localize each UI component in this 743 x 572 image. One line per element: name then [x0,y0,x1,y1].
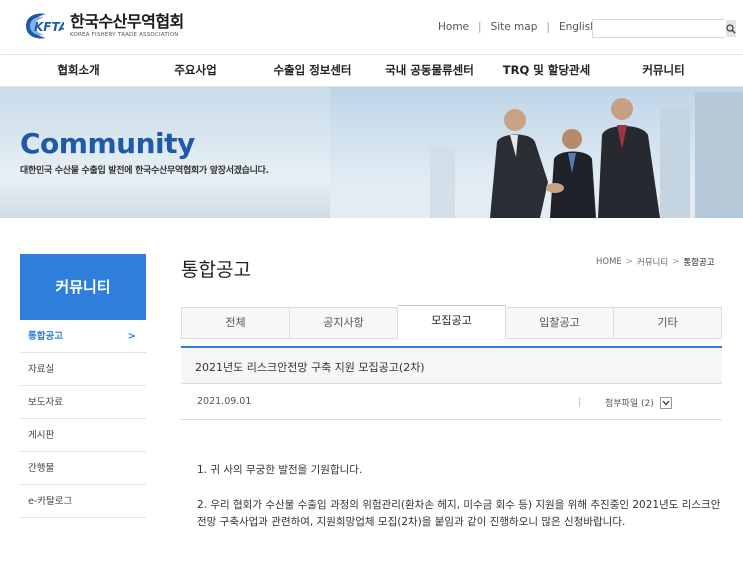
divider: | [546,21,550,33]
nav-business[interactable]: 주요사업 [137,55,254,86]
main-navigation: 협회소개 주요사업 수출입 정보센터 국내 공동물류센터 TRQ 및 할당관세 … [0,54,743,87]
attachment-label: 첨부파일 (2) [605,399,654,409]
chevron-right-icon: > [625,257,633,267]
divider: | [478,21,482,33]
search-input[interactable] [593,20,726,37]
divider [579,397,580,407]
chevron-right-icon: > [127,331,136,342]
sidebar-item-board[interactable]: 게시판 [20,419,146,452]
kfta-logo-mark: KFTA [20,10,68,42]
community-banner: Community 대한민국 수산물 수출입 발전에 한국수산무역협회가 앞장서… [0,87,743,218]
sidebar-item-label: 자료실 [28,364,55,375]
banner-title: Community [20,127,195,160]
post-date: 2021.09.01 [197,396,252,407]
tab-notice[interactable]: 공지사항 [290,307,398,339]
nav-logistics[interactable]: 국내 공동물류센터 [371,55,488,86]
post-header: 2021년도 리스크안전망 구축 지원 모집공고(2차) [181,346,722,384]
nav-trq[interactable]: TRQ 및 할당관세 [488,55,605,86]
search-box [592,19,736,38]
breadcrumb-community[interactable]: 커뮤니티 [637,256,668,268]
home-link[interactable]: Home [438,21,469,33]
nav-trade-info[interactable]: 수출입 정보센터 [254,55,371,86]
nav-community[interactable]: 커뮤니티 [605,55,722,86]
site-header: KFTA 한국수산무역협회 KOREA FISHERY TRADE ASSOCI… [0,0,743,54]
post-body: 1. 귀 사의 무궁한 발전을 기원합니다. 2. 우리 협회가 수산물 수출입… [197,462,722,549]
post-meta: 2021.09.01 첨부파일 (2) [181,384,722,420]
search-button[interactable] [726,20,736,37]
post-paragraph: 2. 우리 협회가 수산물 수출입 과정의 위험관리(환차손 헤지, 미수금 회… [197,499,721,528]
sidebar-item-label: 게시판 [28,430,55,441]
tab-recruitment[interactable]: 모집공고 [398,305,506,339]
chevron-down-icon[interactable] [659,396,672,409]
sitemap-link[interactable]: Site map [491,21,538,33]
banner-description: 대한민국 수산물 수출입 발전에 한국수산무역협회가 앞장서겠습니다. [20,166,269,176]
breadcrumb-current: 통합공고 [683,258,715,268]
sidebar-item-label: e-카탈로그 [28,496,73,507]
sidebar-item-archive[interactable]: 자료실 [20,353,146,386]
chevron-right-icon: > [672,257,680,267]
category-tabs: 전체 공지사항 모집공고 입찰공고 기타 [181,305,722,339]
site-logo[interactable]: KFTA 한국수산무역협회 KOREA FISHERY TRADE ASSOCI… [20,10,184,42]
tab-all[interactable]: 전체 [181,307,290,339]
sidebar-item-press[interactable]: 보도자료 [20,386,146,419]
attachment-toggle[interactable]: 첨부파일 (2) [579,396,672,409]
breadcrumb: HOME > 커뮤니티 > 통합공고 [596,256,715,268]
search-icon [726,23,736,34]
post-paragraph: 1. 귀 사의 무궁한 발전을 기원합니다. [197,464,363,476]
utility-links: Home | Site map | English [438,21,597,33]
sidebar-item-publications[interactable]: 간행물 [20,452,146,485]
logo-subtitle: KOREA FISHERY TRADE ASSOCIATION [70,32,179,38]
page-title: 통합공고 [181,259,251,281]
svg-text:KFTA: KFTA [34,20,64,34]
breadcrumb-home[interactable]: HOME [596,257,622,267]
post-title: 2021년도 리스크안전망 구축 지원 모집공고(2차) [195,361,425,374]
nav-about[interactable]: 협회소개 [20,55,137,86]
sidebar-item-ecatalog[interactable]: e-카탈로그 [20,485,146,518]
logo-title: 한국수산무역협회 [70,12,184,31]
sidebar: 커뮤니티 통합공고 > 자료실 보도자료 게시판 간행물 e-카탈로그 [20,254,146,518]
sidebar-title: 커뮤니티 [20,254,146,320]
tab-etc[interactable]: 기타 [614,307,722,339]
tab-bidding[interactable]: 입찰공고 [506,307,614,339]
sidebar-item-label: 간행물 [28,463,55,474]
sidebar-item-label: 보도자료 [28,397,63,408]
sidebar-item-label: 통합공고 [28,331,63,342]
sidebar-item-notice[interactable]: 통합공고 > [20,320,146,353]
